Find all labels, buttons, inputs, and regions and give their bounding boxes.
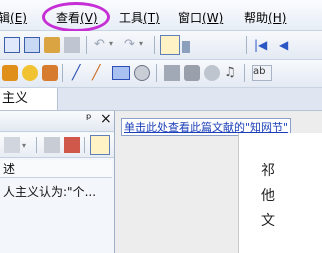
document-page: 祁 他 文 xyxy=(238,133,322,253)
toolbar-overflow-icon[interactable] xyxy=(182,41,190,53)
notes-list-item[interactable]: 人主义认为:"个... xyxy=(0,183,112,201)
notes-panel-toolbar: ▾ xyxy=(0,133,114,158)
highlight-circle xyxy=(42,2,110,32)
undo-dropdown-icon[interactable]: ▾ xyxy=(109,39,125,55)
pin-icon[interactable]: ᵖ xyxy=(86,112,92,127)
gear-icon[interactable] xyxy=(204,65,220,81)
font-style-icon[interactable]: ab xyxy=(252,65,272,81)
text-tool-icon[interactable] xyxy=(22,65,38,81)
edit-note-icon[interactable] xyxy=(44,137,60,153)
new-note-dropdown-icon[interactable]: ▾ xyxy=(22,141,30,150)
document-tab-strip: 主义 xyxy=(0,88,322,111)
paste-icon[interactable] xyxy=(24,37,40,53)
page-text-char: 祁 xyxy=(261,163,275,179)
ellipse-icon[interactable] xyxy=(134,65,150,81)
edit-mode-icon[interactable] xyxy=(160,35,180,55)
delete-note-icon[interactable] xyxy=(64,137,80,153)
toolbar-standard: ↶ ▾ ↷ ▾ |◀ ◀ xyxy=(0,31,322,60)
first-page-icon[interactable]: |◀ xyxy=(254,38,270,54)
pen-icon[interactable]: ╱ xyxy=(72,65,88,81)
music-note-icon[interactable]: ♫ xyxy=(224,65,240,81)
clipboard-icon[interactable] xyxy=(44,37,60,53)
menu-help[interactable]: 帮助(H) xyxy=(244,9,286,26)
redo-dropdown-icon[interactable]: ▾ xyxy=(139,39,155,55)
undo-icon[interactable]: ↶ xyxy=(94,37,110,53)
stamp-icon[interactable] xyxy=(184,65,200,81)
tab-document[interactable]: 主义 xyxy=(0,88,58,110)
copy-icon[interactable] xyxy=(4,37,20,53)
rectangle-icon[interactable] xyxy=(112,66,130,80)
menu-window[interactable]: 窗口(W) xyxy=(178,9,223,26)
notes-column-header[interactable]: 述 xyxy=(0,160,112,178)
previous-page-icon[interactable]: ◀ xyxy=(279,38,295,54)
page-text-char: 他 xyxy=(261,188,275,204)
new-note-icon[interactable] xyxy=(4,137,20,153)
menu-edit[interactable]: 辑(E) xyxy=(0,9,27,26)
menu-bar: 辑(E) 查看(V) 工具(T) 窗口(W) 帮助(H) xyxy=(0,0,322,32)
highlight-tool-icon[interactable] xyxy=(42,65,58,81)
close-icon[interactable]: × xyxy=(100,111,112,127)
toolbar-annotation: ╱ ╱ ♫ ab xyxy=(0,60,322,88)
notes-panel-titlebar: ᵖ × xyxy=(0,111,114,132)
redo-icon[interactable]: ↷ xyxy=(124,37,140,53)
page-text-char: 文 xyxy=(261,213,275,229)
notes-panel: ᵖ × ▾ xyxy=(0,111,115,253)
select-icon[interactable] xyxy=(2,65,18,81)
menu-tools[interactable]: 工具(T) xyxy=(119,9,160,26)
format-icon[interactable] xyxy=(64,37,80,53)
pencil-icon[interactable]: ╱ xyxy=(92,65,108,81)
note-properties-icon[interactable] xyxy=(90,135,110,155)
image-icon[interactable] xyxy=(164,65,180,81)
